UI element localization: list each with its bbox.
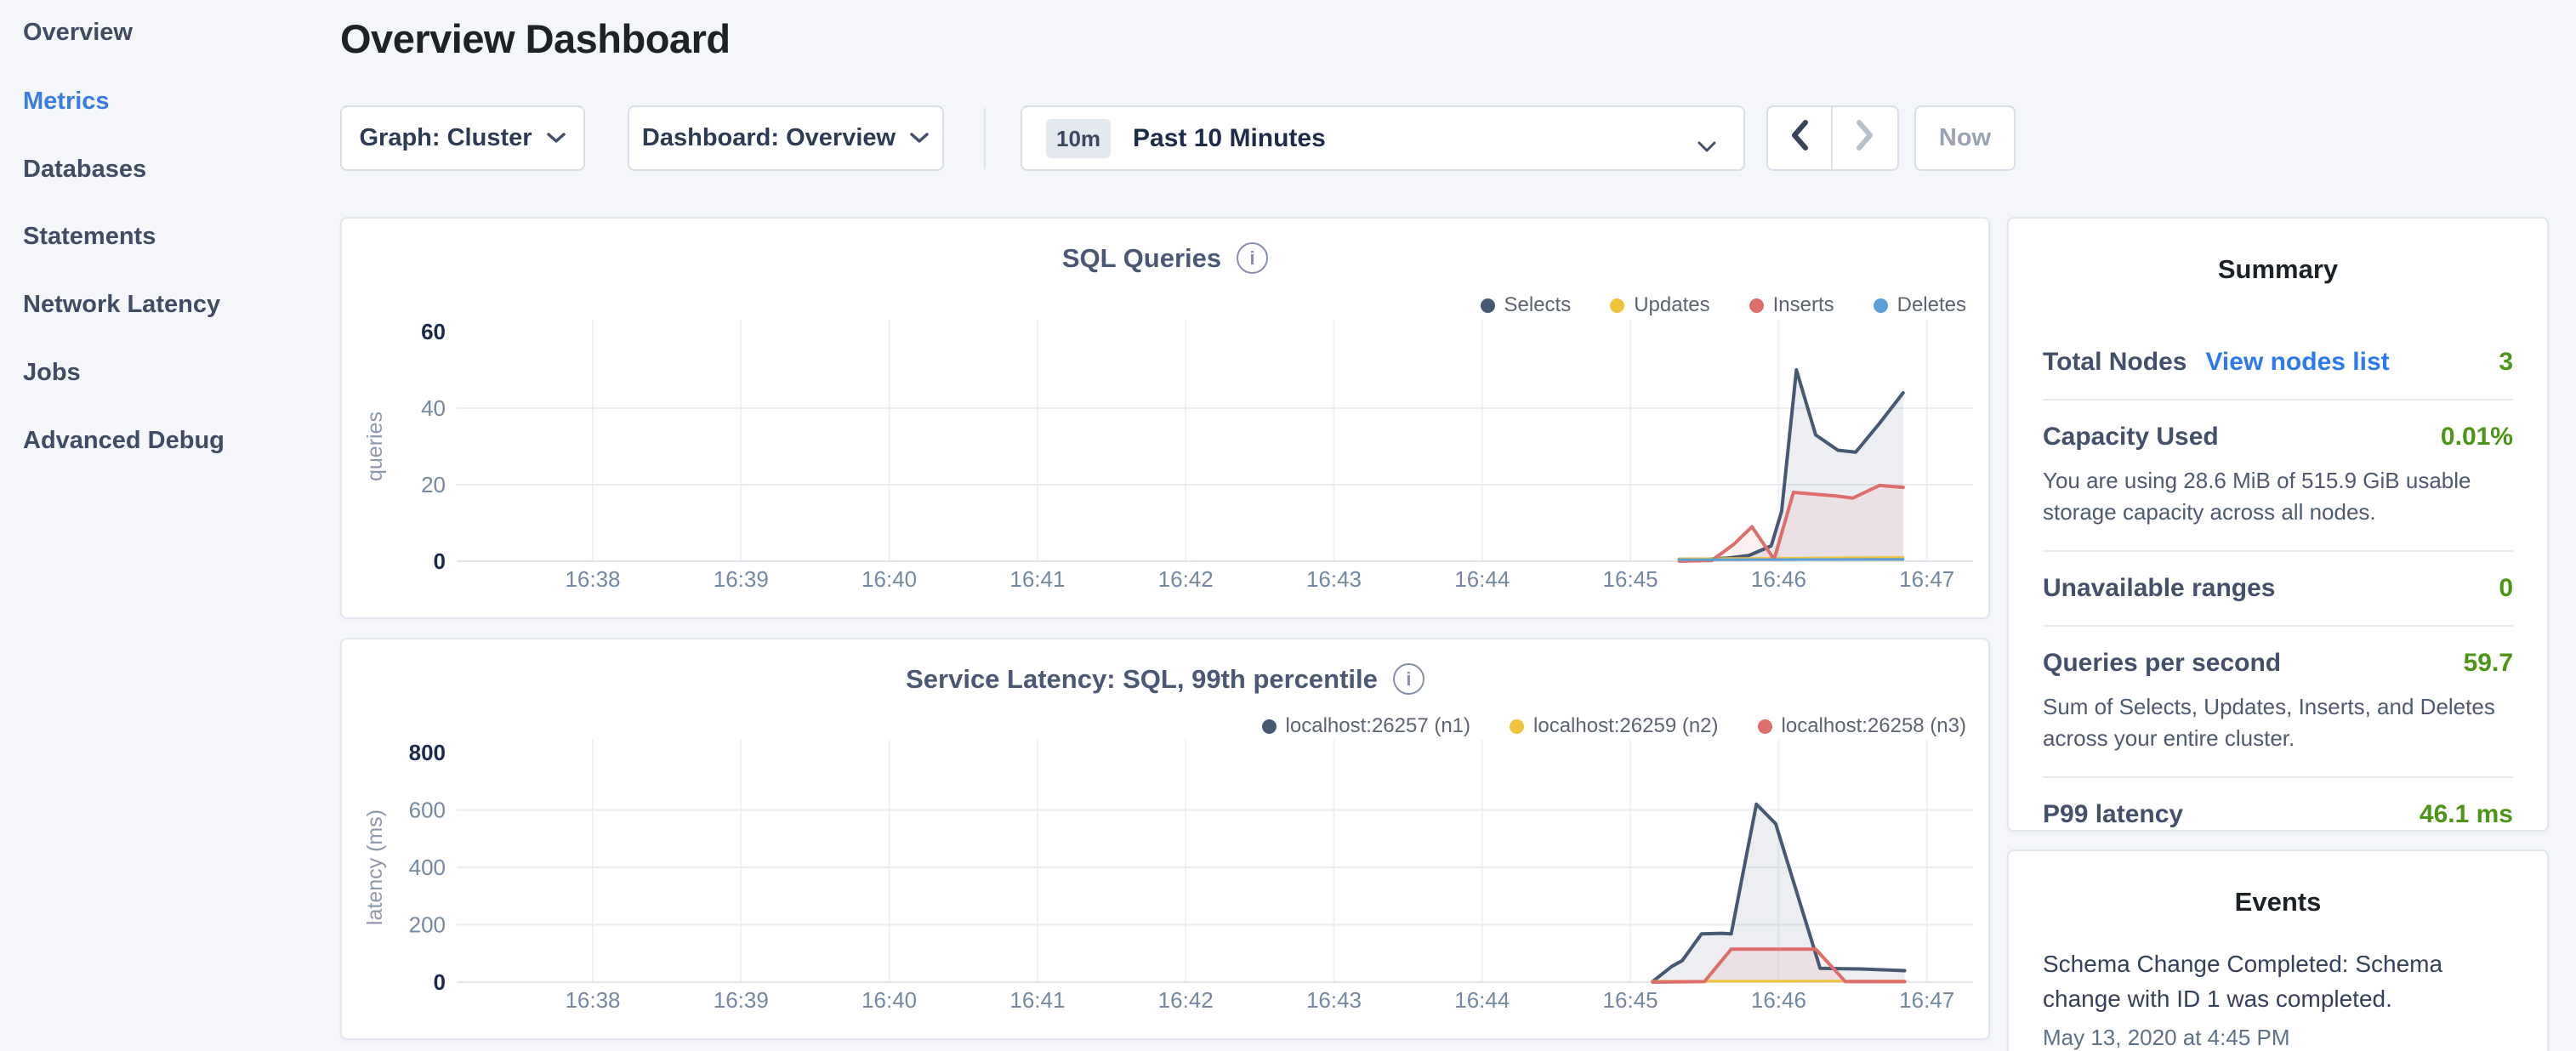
summary-row-unavailable-ranges: Unavailable ranges 0 — [2043, 550, 2513, 625]
service-latency-plot[interactable]: 16:38 16:39 16:40 16:41 16:42 16:43 16:44 16:45… — [342, 639, 1992, 1042]
summary-value: 46.1 ms — [2420, 800, 2513, 829]
summary-label: Total Nodes — [2043, 348, 2186, 377]
sidebar-item-advanced-debug[interactable]: Advanced Debug — [23, 427, 225, 455]
graph-dropdown-label: Graph: Cluster — [359, 124, 532, 152]
sidebar-item-metrics[interactable]: Metrics — [23, 88, 110, 116]
svg-text:800: 800 — [409, 740, 446, 765]
chevron-down-icon — [546, 132, 566, 145]
summary-subtext: You are using 28.6 MiB of 515.9 GiB usab… — [2043, 465, 2513, 528]
svg-text:16:43: 16:43 — [1306, 566, 1362, 592]
svg-text:200: 200 — [409, 912, 446, 938]
summary-label: Queries per second — [2043, 649, 2281, 678]
time-window-badge: 10m — [1046, 119, 1111, 158]
sidebar-item-network-latency[interactable]: Network Latency — [23, 291, 220, 319]
svg-text:16:47: 16:47 — [1899, 987, 1954, 1013]
svg-text:20: 20 — [421, 472, 446, 497]
svg-text:16:44: 16:44 — [1454, 987, 1510, 1013]
svg-text:16:45: 16:45 — [1603, 987, 1658, 1013]
sidebar-item-jobs[interactable]: Jobs — [23, 359, 81, 387]
chevron-down-icon — [1696, 133, 1718, 161]
sidebar-item-databases[interactable]: Databases — [23, 156, 146, 184]
svg-text:16:46: 16:46 — [1751, 987, 1806, 1013]
dashboard-dropdown-label: Dashboard: Overview — [642, 124, 896, 152]
sidebar-item-statements[interactable]: Statements — [23, 223, 156, 251]
svg-text:latency (ms): latency (ms) — [363, 810, 387, 925]
sidebar: Overview Metrics Databases Statements Ne… — [0, 0, 340, 1051]
sql-queries-plot[interactable]: 16:38 16:39 16:40 16:41 16:42 16:43 16:44 16:45… — [342, 219, 1992, 621]
svg-text:16:47: 16:47 — [1899, 566, 1954, 592]
svg-text:0: 0 — [434, 969, 446, 995]
chevron-right-icon — [1855, 119, 1875, 158]
chevron-left-icon — [1789, 119, 1810, 158]
summary-row-p99-latency: P99 latency 46.1 ms — [2043, 776, 2513, 851]
summary-label: Capacity Used — [2043, 423, 2219, 452]
sidebar-item-overview[interactable]: Overview — [23, 19, 133, 47]
time-range-dropdown[interactable]: 10m Past 10 Minutes — [1021, 105, 1745, 171]
event-item[interactable]: Schema Change Completed: Schema change w… — [2043, 946, 2513, 1051]
dashboard-dropdown[interactable]: Dashboard: Overview — [628, 105, 944, 171]
summary-value: 3 — [2499, 348, 2513, 377]
summary-value: 0.01% — [2441, 423, 2513, 452]
event-timestamp: May 13, 2020 at 4:45 PM — [2043, 1025, 2513, 1051]
chevron-down-icon — [909, 132, 930, 145]
svg-text:16:41: 16:41 — [1009, 987, 1065, 1013]
svg-text:queries: queries — [363, 412, 387, 481]
svg-text:16:39: 16:39 — [714, 987, 769, 1013]
svg-text:600: 600 — [409, 798, 446, 823]
svg-text:16:44: 16:44 — [1454, 566, 1510, 592]
svg-text:16:46: 16:46 — [1751, 566, 1806, 592]
header-divider — [984, 108, 986, 169]
time-step-group — [1766, 105, 1899, 171]
event-text: Schema Change Completed: Schema change w… — [2043, 946, 2513, 1016]
svg-text:16:42: 16:42 — [1158, 566, 1214, 592]
events-panel: Events Schema Change Completed: Schema c… — [2007, 849, 2549, 1051]
summary-row-queries-per-second: Queries per second 59.7 Sum of Selects, … — [2043, 625, 2513, 776]
graph-dropdown[interactable]: Graph: Cluster — [340, 105, 585, 171]
time-step-back-button[interactable] — [1768, 107, 1833, 169]
svg-text:40: 40 — [421, 395, 446, 421]
svg-text:0: 0 — [434, 548, 446, 574]
svg-text:16:38: 16:38 — [565, 987, 620, 1013]
svg-text:16:40: 16:40 — [862, 566, 917, 592]
summary-value: 59.7 — [2464, 649, 2513, 678]
summary-panel: Summary Total Nodes View nodes list 3 Ca… — [2007, 217, 2549, 832]
time-step-forward-button[interactable] — [1833, 107, 1897, 169]
svg-text:16:39: 16:39 — [714, 566, 769, 592]
page-title: Overview Dashboard — [340, 15, 731, 62]
svg-text:16:45: 16:45 — [1603, 566, 1658, 592]
now-button-label: Now — [1939, 124, 1991, 152]
sql-queries-chart-card: SQL Queries i SelectsUpdatesInsertsDelet… — [340, 217, 1990, 619]
summary-row-total-nodes: Total Nodes View nodes list 3 — [2043, 326, 2513, 399]
svg-text:16:42: 16:42 — [1158, 987, 1214, 1013]
svg-text:16:41: 16:41 — [1009, 566, 1065, 592]
events-title: Events — [2043, 851, 2513, 917]
summary-title: Summary — [2043, 219, 2513, 285]
svg-text:16:43: 16:43 — [1306, 987, 1362, 1013]
service-latency-chart-card: Service Latency: SQL, 99th percentile i … — [340, 638, 1990, 1040]
svg-text:16:38: 16:38 — [565, 566, 620, 592]
time-range-label: Past 10 Minutes — [1133, 124, 1326, 153]
summary-subtext: Sum of Selects, Updates, Inserts, and De… — [2043, 691, 2513, 754]
svg-text:60: 60 — [421, 319, 446, 344]
summary-value: 0 — [2499, 574, 2513, 603]
summary-label: P99 latency — [2043, 800, 2183, 829]
svg-text:16:40: 16:40 — [862, 987, 917, 1013]
view-nodes-list-link[interactable]: View nodes list — [2205, 348, 2389, 377]
svg-text:400: 400 — [409, 855, 446, 880]
summary-row-capacity-used: Capacity Used 0.01% You are using 28.6 M… — [2043, 399, 2513, 550]
now-button[interactable]: Now — [1914, 105, 2016, 171]
summary-label: Unavailable ranges — [2043, 574, 2275, 603]
